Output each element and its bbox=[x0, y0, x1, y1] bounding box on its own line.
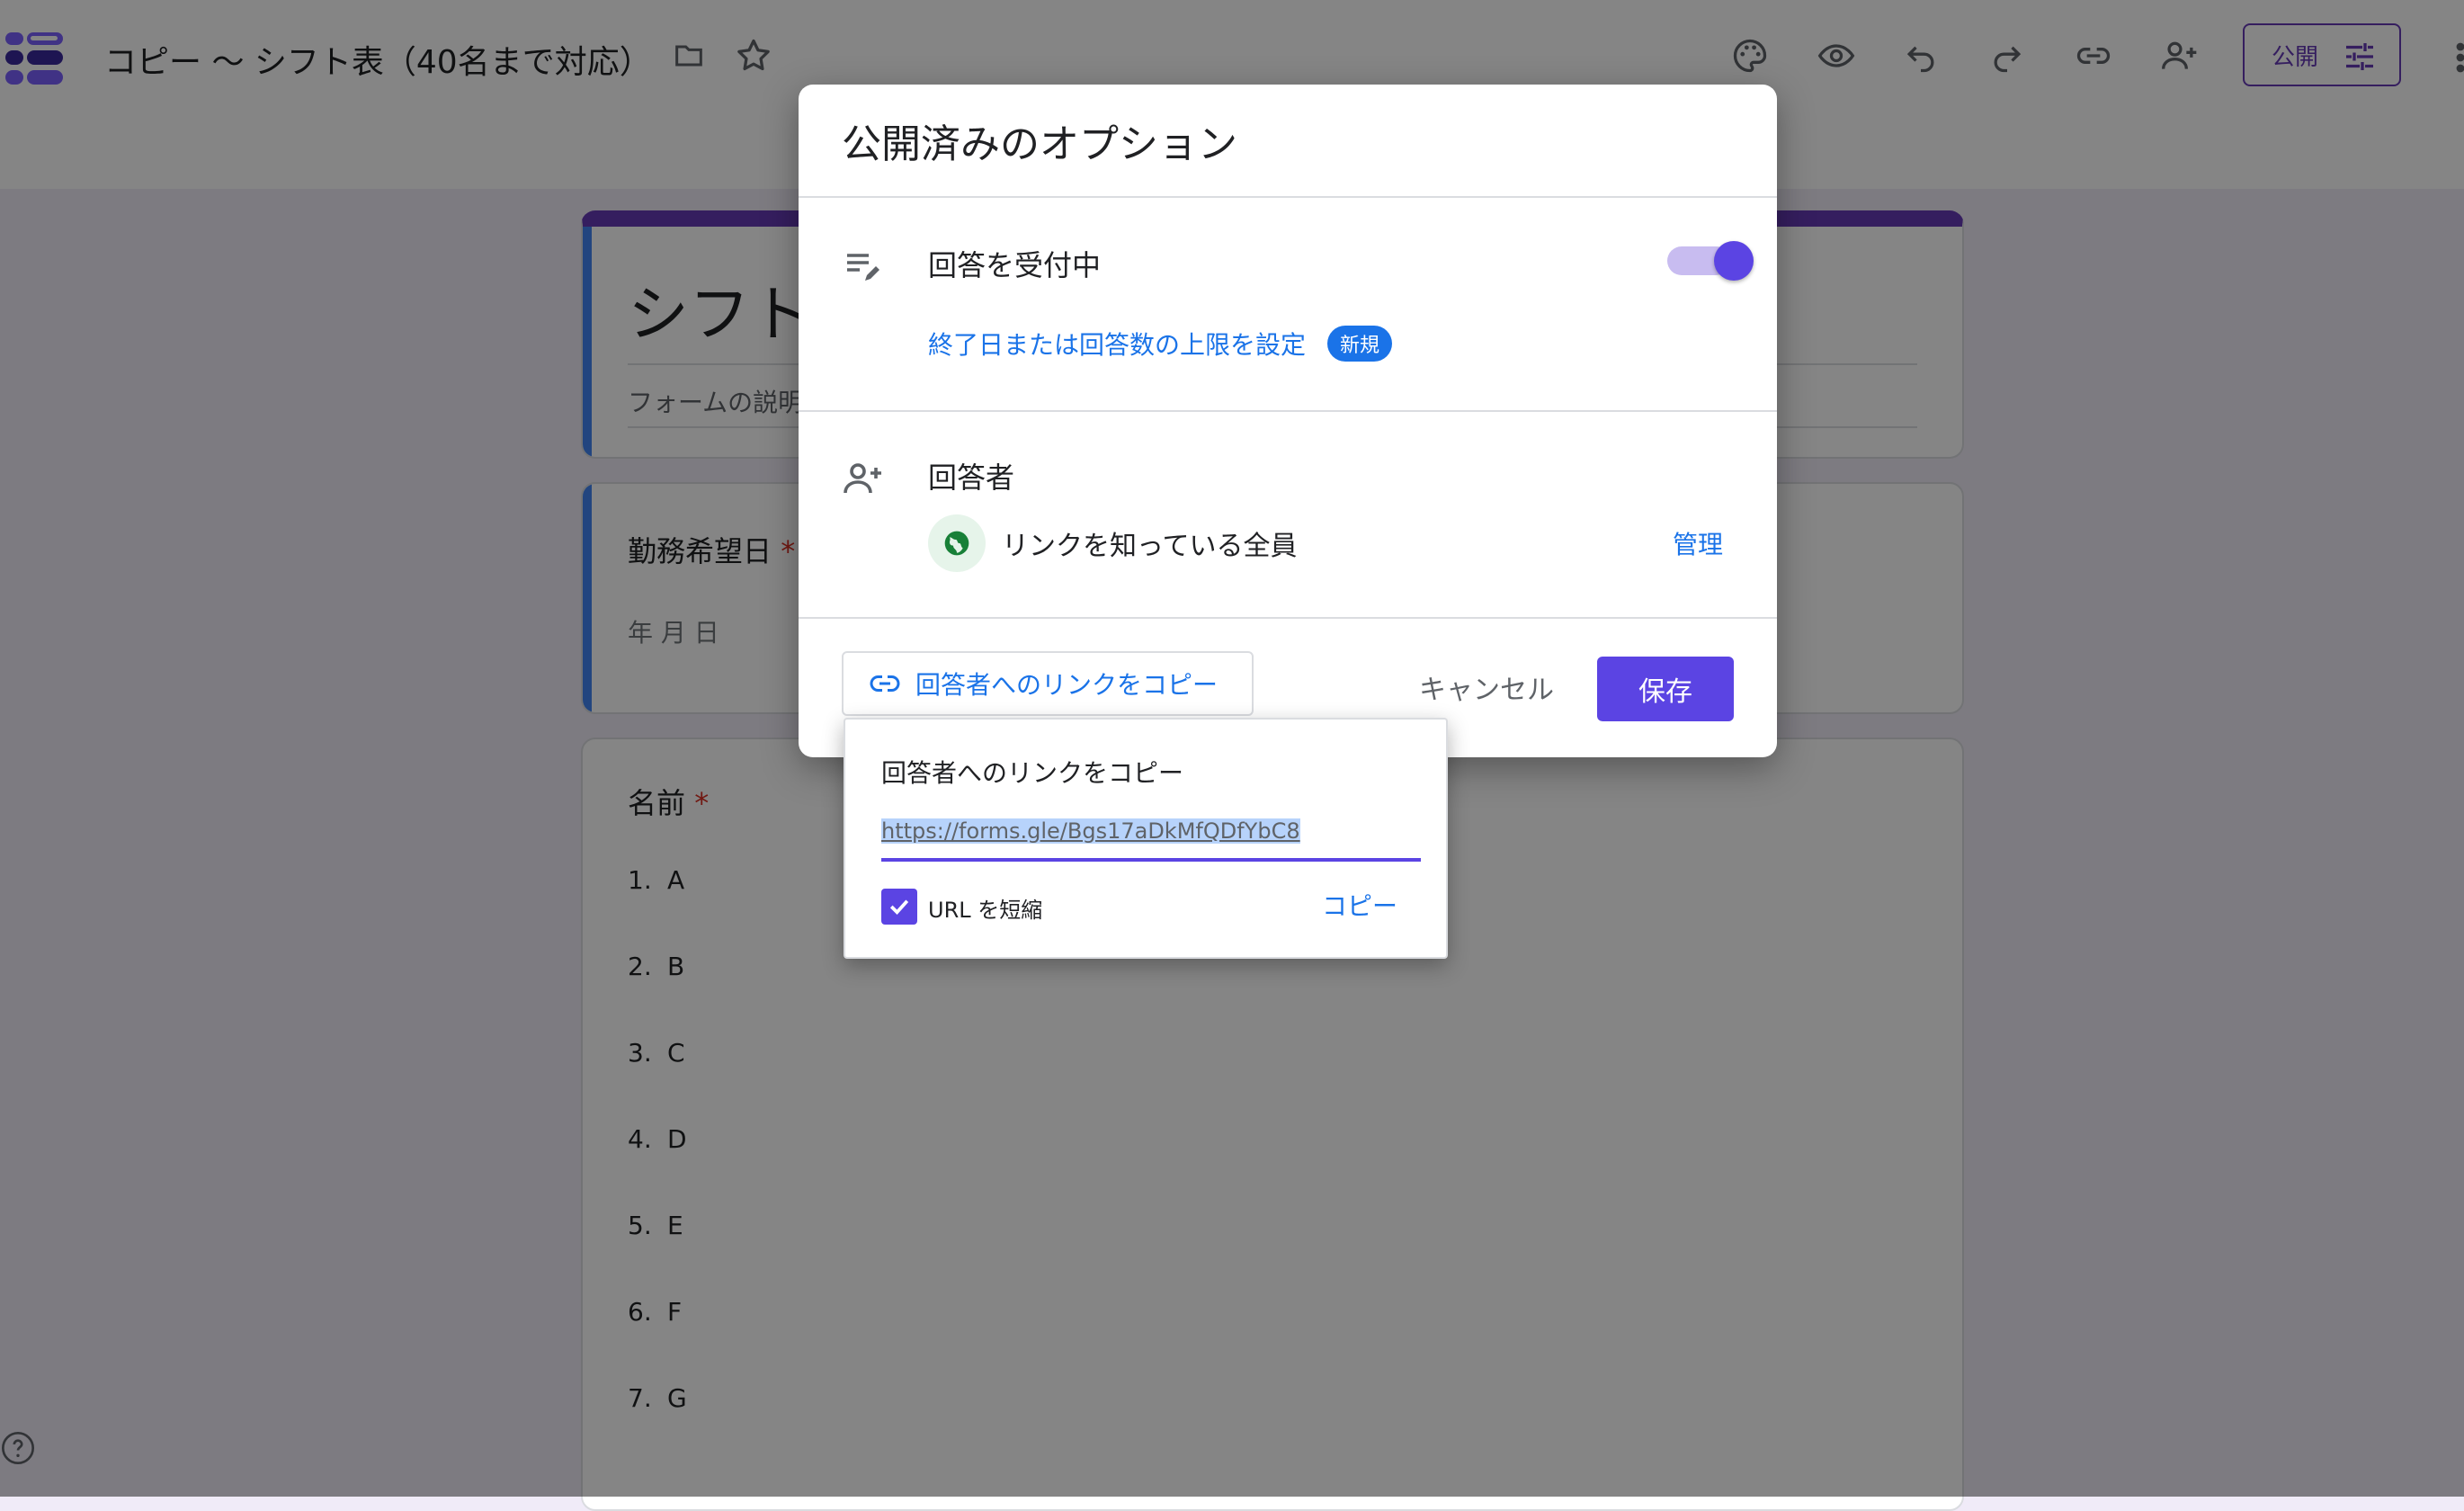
responders-label: 回答者 bbox=[928, 460, 1015, 495]
shorten-url-checkbox[interactable] bbox=[881, 889, 917, 925]
set-limit-link[interactable]: 終了日または回答数の上限を設定 bbox=[928, 326, 1306, 362]
copy-link-label: 回答者へのリンクをコピー bbox=[915, 670, 1219, 700]
toggle-thumb[interactable] bbox=[1714, 241, 1754, 281]
cancel-button[interactable]: キャンセル bbox=[1419, 667, 1554, 707]
divider bbox=[799, 617, 1777, 619]
popover-title: 回答者へのリンクをコピー bbox=[881, 758, 1184, 788]
check-icon bbox=[889, 899, 909, 915]
accepting-responses-label: 回答を受付中 bbox=[928, 248, 1102, 282]
shorten-url-label[interactable]: URL を短縮 bbox=[928, 892, 1042, 924]
person-add-icon bbox=[842, 457, 885, 500]
publish-options-dialog: 公開済みのオプション 回答を受付中 終了日または回答数の上限を設定 新規 回答者… bbox=[799, 85, 1777, 757]
save-button[interactable]: 保存 bbox=[1597, 657, 1734, 721]
divider bbox=[799, 410, 1777, 412]
manage-link[interactable]: 管理 bbox=[1673, 525, 1723, 561]
dialog-title: 公開済みのオプション bbox=[842, 121, 1237, 167]
url-field[interactable]: https://forms.gle/Bgs17aDkMfQDfYbC8 bbox=[881, 818, 1421, 862]
copy-link-popover: 回答者へのリンクをコピー https://forms.gle/Bgs17aDkM… bbox=[844, 718, 1448, 959]
copy-button[interactable]: コピー bbox=[1322, 887, 1397, 923]
divider bbox=[799, 196, 1777, 198]
globe-icon bbox=[928, 514, 986, 572]
copy-responder-link-button[interactable]: 回答者へのリンクをコピー bbox=[842, 651, 1254, 716]
audience-setting: リンクを知っている全員 bbox=[1002, 531, 1298, 562]
edit-note-icon bbox=[842, 245, 885, 288]
url-text[interactable]: https://forms.gle/Bgs17aDkMfQDfYbC8 bbox=[881, 818, 1300, 844]
new-badge: 新規 bbox=[1327, 326, 1392, 362]
link-icon bbox=[870, 675, 900, 692]
